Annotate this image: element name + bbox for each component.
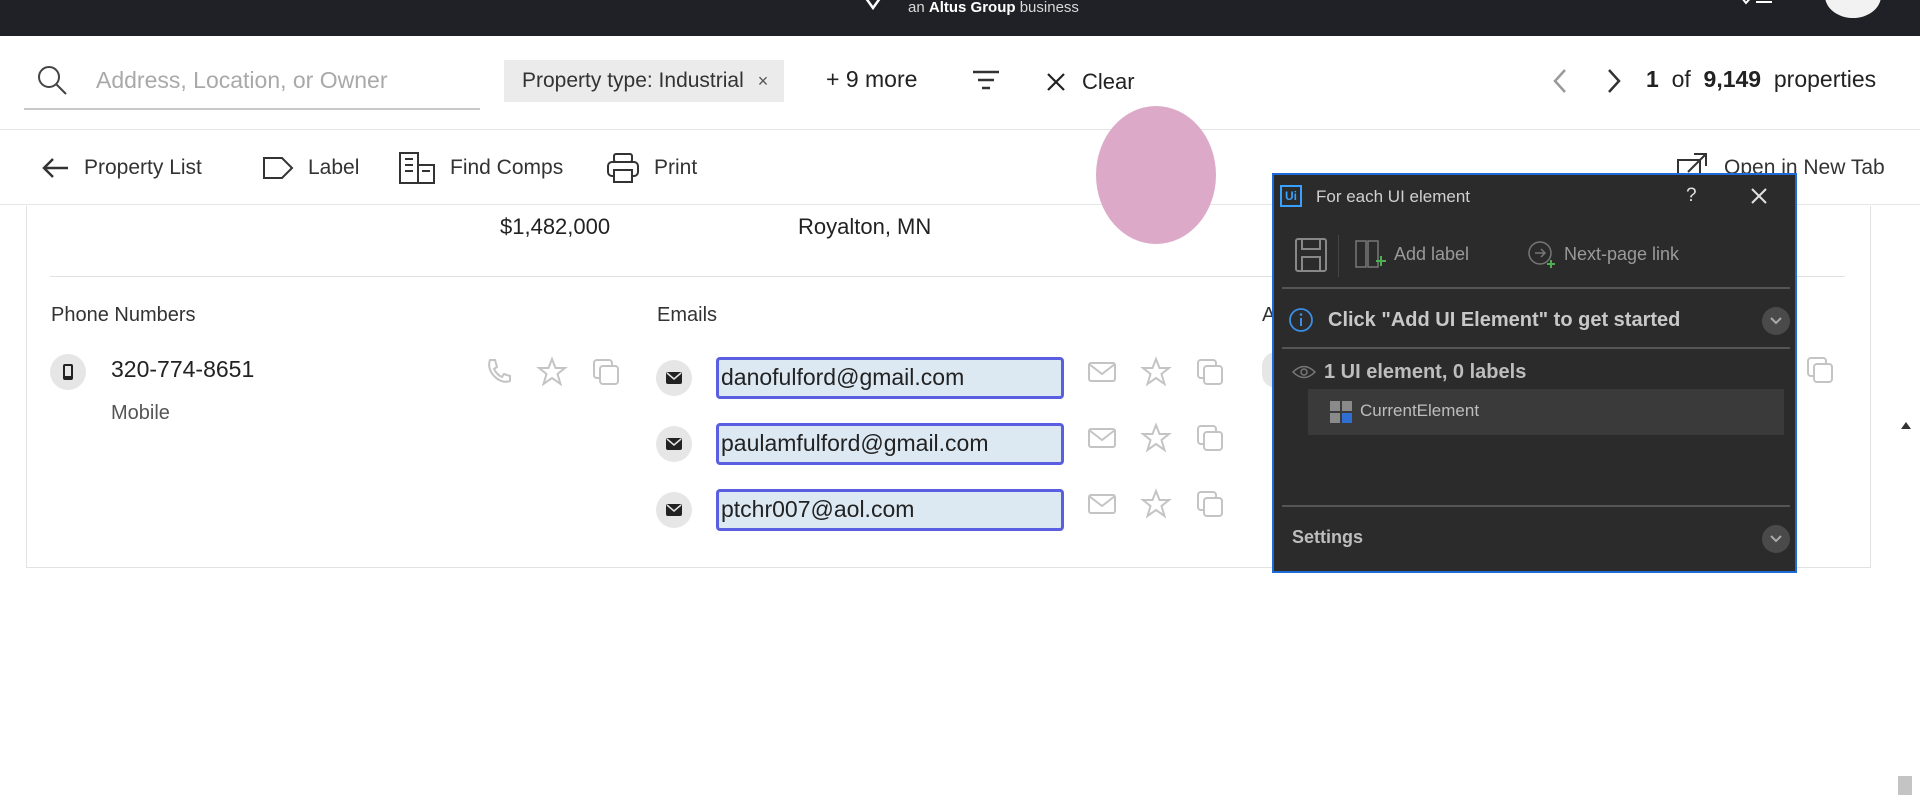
top-app-bar: an Altus Group business xyxy=(0,0,1920,36)
clear-label: Clear xyxy=(1082,69,1135,94)
panel-divider xyxy=(1282,287,1790,289)
element-count-row: 1 UI element, 0 labels xyxy=(1282,355,1790,391)
info-icon xyxy=(1289,308,1313,332)
email-address-field[interactable]: danofulford@gmail.com xyxy=(716,357,1064,399)
phone-numbers-heading: Phone Numbers xyxy=(51,304,196,326)
print-label: Print xyxy=(654,156,698,179)
find-comps-button[interactable]: Find Comps xyxy=(398,151,563,185)
phone-number: 320-774-8651 xyxy=(111,356,255,382)
chevron-right-icon[interactable] xyxy=(1602,66,1626,96)
get-started-hint: Click "Add UI Element" to get started xyxy=(1328,309,1681,331)
for-each-ui-element-panel: Ui For each UI element ? Add label Next-… xyxy=(1272,173,1797,573)
copy-icon[interactable] xyxy=(1804,354,1836,386)
filter-icon[interactable] xyxy=(970,66,1002,94)
panel-toolbar: Add label Next-page link xyxy=(1274,217,1795,291)
scrollbar-thumb[interactable] xyxy=(1898,776,1912,795)
star-icon[interactable] xyxy=(536,356,568,388)
chip-close-icon[interactable]: × xyxy=(758,71,769,92)
email-address-field[interactable]: paulamfulford@gmail.com xyxy=(716,423,1064,465)
search-filter-bar: Property type: Industrial × + 9 more Cle… xyxy=(0,36,1920,130)
back-to-property-list-button[interactable]: Property List xyxy=(40,151,202,185)
find-comps-label: Find Comps xyxy=(450,156,564,179)
buildings-icon xyxy=(399,152,435,184)
copy-icon[interactable] xyxy=(1194,488,1226,520)
scroll-up-arrow-icon[interactable] xyxy=(1900,420,1912,430)
expand-chevron-icon[interactable] xyxy=(1762,307,1790,335)
property-city: Royalton, MN xyxy=(798,214,932,239)
property-price: $1,482,000 xyxy=(500,214,611,239)
search-icon xyxy=(38,66,67,95)
next-page-icon xyxy=(1528,241,1555,268)
eye-icon[interactable] xyxy=(1292,363,1316,381)
email-envelope-icon xyxy=(656,492,692,528)
search-input[interactable] xyxy=(96,62,466,98)
more-filters-link[interactable]: + 9 more xyxy=(826,66,917,93)
close-icon[interactable] xyxy=(1750,187,1768,205)
add-label-button[interactable]: Add label xyxy=(1354,239,1469,269)
element-grid-icon xyxy=(1330,401,1352,423)
close-icon xyxy=(1047,73,1065,91)
next-page-text: Next-page link xyxy=(1564,243,1680,264)
send-email-icon[interactable] xyxy=(1086,422,1118,454)
send-email-icon[interactable] xyxy=(1086,356,1118,388)
copy-icon[interactable] xyxy=(1194,422,1226,454)
star-icon[interactable] xyxy=(1140,488,1172,520)
phone-type: Mobile xyxy=(111,402,170,424)
email-address-field[interactable]: ptchr007@aol.com xyxy=(716,489,1064,531)
next-page-link-button[interactable]: Next-page link xyxy=(1526,239,1679,269)
chevron-left-icon[interactable] xyxy=(1548,66,1572,96)
mobile-phone-icon xyxy=(50,354,86,390)
expand-chevron-icon[interactable] xyxy=(1762,525,1790,553)
save-icon[interactable] xyxy=(1294,237,1328,273)
current-element-label: CurrentElement xyxy=(1360,401,1480,420)
send-email-icon[interactable] xyxy=(1086,488,1118,520)
panel-title: For each UI element xyxy=(1316,187,1471,206)
star-icon[interactable] xyxy=(1140,422,1172,454)
arrow-left-icon xyxy=(42,158,68,178)
checklist-icon[interactable] xyxy=(1738,0,1774,10)
label-label: Label xyxy=(308,156,360,179)
emails-heading: Emails xyxy=(657,304,718,326)
filter-chip-label: Property type: Industrial xyxy=(522,69,744,92)
pager-text: 1 of 9,149 properties xyxy=(1646,66,1877,92)
ui-logo-icon: Ui xyxy=(1280,185,1302,207)
email-envelope-icon xyxy=(656,360,692,396)
print-button[interactable]: Print xyxy=(606,151,697,185)
copy-icon[interactable] xyxy=(1194,356,1226,388)
brand-logo-icon xyxy=(865,0,881,11)
user-avatar[interactable] xyxy=(1825,0,1881,18)
call-phone-icon[interactable] xyxy=(482,356,514,388)
brand-tagline: an Altus Group business xyxy=(908,0,1079,16)
label-button[interactable]: Label xyxy=(262,151,359,185)
panel-divider xyxy=(1282,347,1790,349)
toolbar-separator xyxy=(1338,235,1339,277)
panel-header: Ui For each UI element ? xyxy=(1274,175,1795,217)
property-avatar xyxy=(1096,106,1216,244)
email-envelope-icon xyxy=(656,426,692,462)
add-label-text: Add label xyxy=(1394,243,1470,264)
info-row: Click "Add UI Element" to get started xyxy=(1282,293,1790,349)
search-box xyxy=(24,58,480,110)
tag-icon xyxy=(263,157,294,179)
printer-icon xyxy=(607,153,639,183)
add-label-icon xyxy=(1355,240,1386,268)
back-label: Property List xyxy=(84,156,202,179)
clear-filters-button[interactable]: Clear xyxy=(1046,64,1135,100)
settings-section-label[interactable]: Settings xyxy=(1292,527,1363,548)
copy-icon[interactable] xyxy=(590,356,622,388)
current-element-item[interactable]: CurrentElement xyxy=(1308,389,1784,435)
help-button[interactable]: ? xyxy=(1686,185,1697,207)
star-icon[interactable] xyxy=(1140,356,1172,388)
element-count-text: 1 UI element, 0 labels xyxy=(1324,361,1527,383)
panel-divider xyxy=(1282,505,1790,507)
filter-chip-property-type[interactable]: Property type: Industrial × xyxy=(504,60,785,102)
